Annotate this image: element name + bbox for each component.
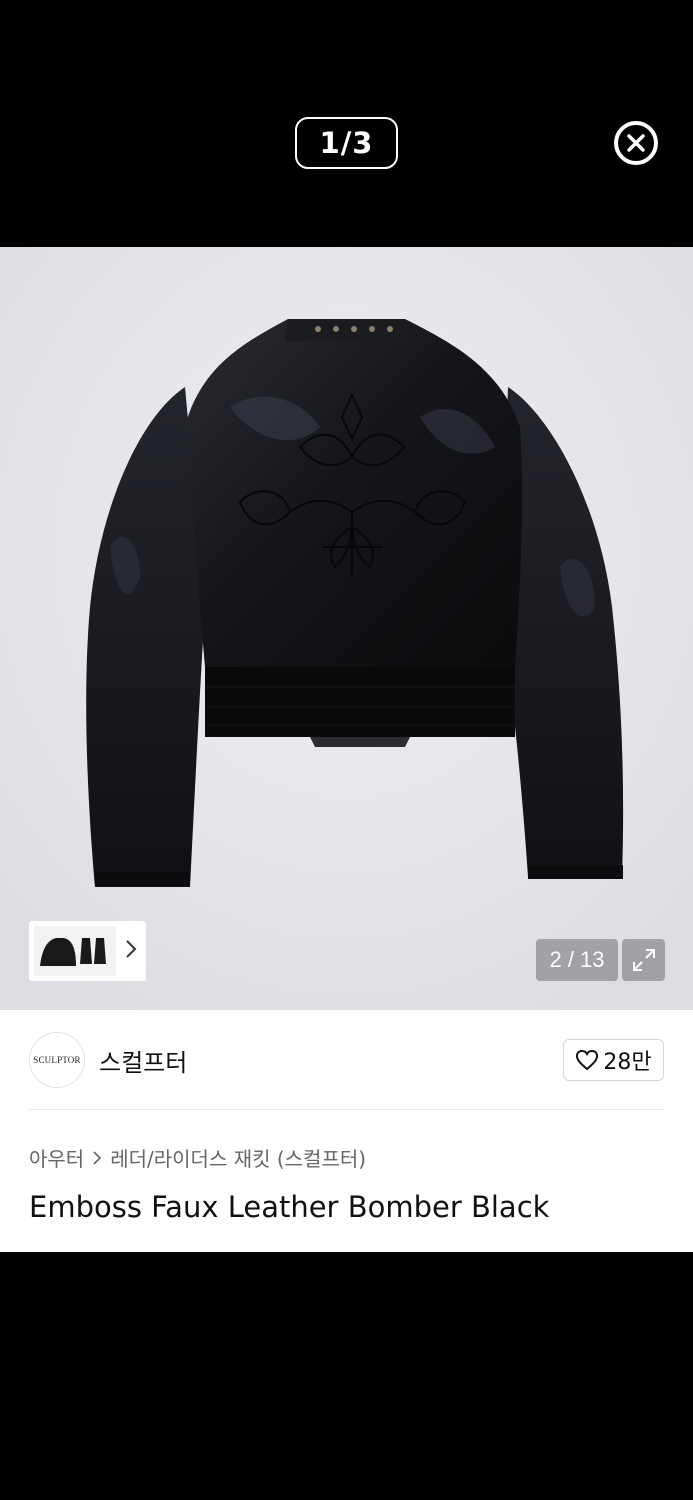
product-title: Emboss Faux Leather Bomber Black	[29, 1190, 550, 1224]
close-button[interactable]	[614, 121, 658, 165]
brand-name[interactable]: 스컬프터	[99, 1043, 187, 1078]
heart-icon	[576, 1049, 599, 1071]
gallery-page-indicator: 2 / 13	[536, 939, 618, 981]
breadcrumb-category[interactable]: 아우터	[29, 1143, 84, 1172]
jacket-photo	[0, 247, 693, 1010]
chevron-right-icon	[92, 1150, 102, 1166]
like-count: 28만	[603, 1050, 652, 1075]
image-counter: 1/3	[295, 117, 398, 169]
thumbnail-image	[34, 926, 116, 976]
brand-logo[interactable]: SCULPTOR	[29, 1032, 85, 1088]
chevron-right-icon	[126, 940, 137, 958]
close-icon	[627, 134, 645, 152]
viewer-bottom-bar	[0, 1252, 693, 1500]
like-button[interactable]: 28만	[563, 1039, 664, 1081]
product-image[interactable]: 2 / 13	[0, 247, 693, 1010]
divider	[29, 1109, 664, 1110]
viewer-top-bar: 1/3	[0, 0, 693, 247]
expand-icon	[632, 949, 655, 971]
breadcrumb-subcategory[interactable]: 레더/라이더스 재킷 (스컬프터)	[110, 1143, 366, 1172]
expand-button[interactable]	[622, 939, 665, 981]
product-info: SCULPTOR 스컬프터 28만 아우터 레더/라이더스 재킷 (스컬프터) …	[0, 1010, 693, 1252]
brand-logo-text: SCULPTOR	[33, 1055, 81, 1065]
breadcrumb: 아우터 레더/라이더스 재킷 (스컬프터)	[29, 1143, 366, 1172]
thumbnail-strip[interactable]	[29, 921, 146, 981]
